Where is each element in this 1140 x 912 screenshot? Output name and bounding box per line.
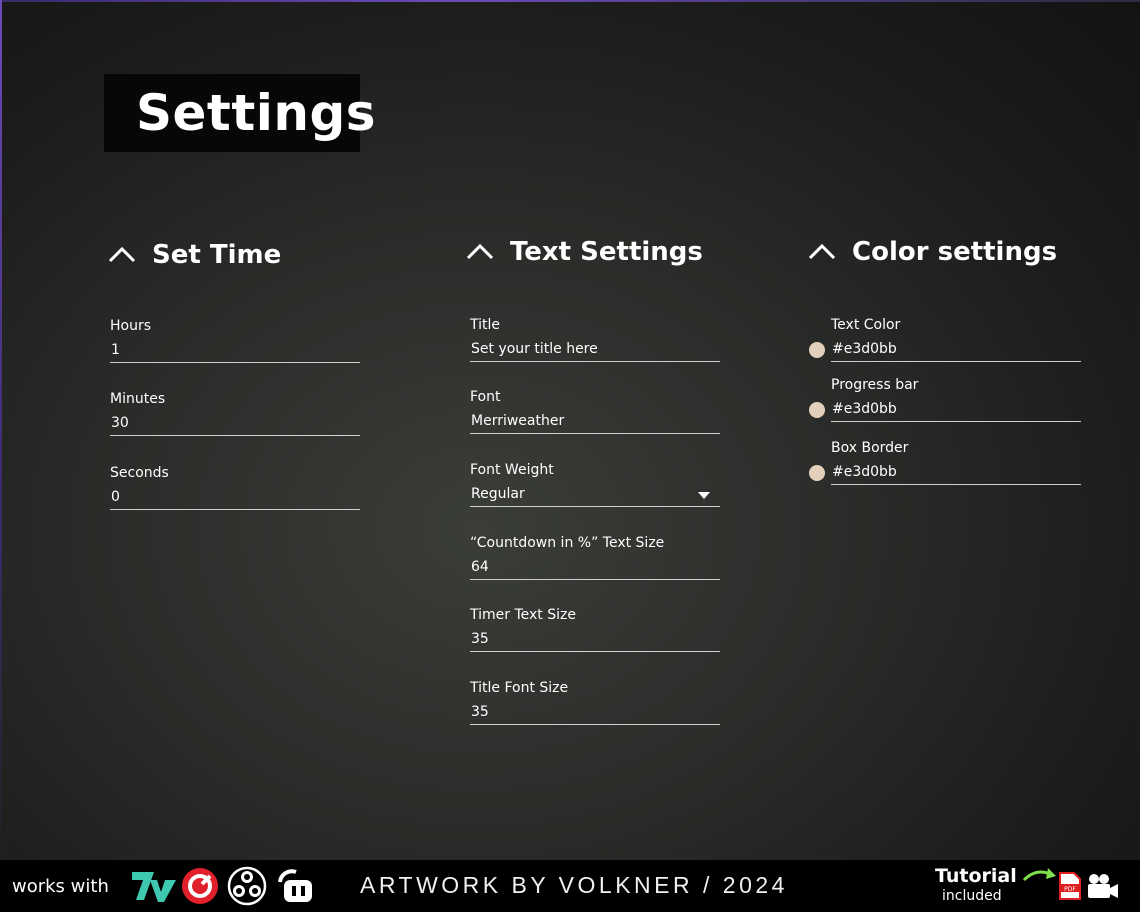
font-field: Font Merriweather	[470, 389, 720, 434]
tutorial-label: Tutorial	[935, 865, 1017, 887]
field-label: “Countdown in %” Text Size	[470, 535, 665, 551]
text-color-swatch[interactable]	[809, 342, 825, 358]
countdown-text-size-field: “Countdown in %” Text Size 64	[470, 535, 720, 580]
pdf-icon: PDF	[1058, 872, 1082, 904]
7tv-icon	[130, 868, 178, 908]
footer-bar: works with ARTWORK BY VOLKNER / 2024 Tut…	[0, 860, 1140, 912]
field-label: Title Font Size	[470, 680, 569, 696]
font-weight-select[interactable]: Regular	[470, 486, 720, 507]
text-color-input[interactable]: #e3d0bb	[831, 341, 1081, 362]
field-label: Progress bar	[831, 377, 919, 393]
title-font-size-input[interactable]: 35	[470, 704, 720, 725]
font-input[interactable]: Merriweather	[470, 413, 720, 434]
section-label: Set Time	[152, 240, 282, 270]
box-border-color-input[interactable]: #e3d0bb	[831, 464, 1081, 485]
title-font-size-field: Title Font Size 35	[470, 680, 720, 725]
field-label: Title	[470, 317, 501, 333]
box-border-color-swatch[interactable]	[809, 465, 825, 481]
video-camera-icon	[1086, 872, 1120, 904]
field-label: Font	[470, 389, 501, 405]
included-label: included	[942, 888, 1002, 904]
chevron-up-icon	[808, 242, 836, 262]
minutes-input[interactable]: 30	[110, 415, 360, 436]
countdown-text-size-input[interactable]: 64	[470, 559, 720, 580]
hours-input[interactable]: 1	[110, 342, 360, 363]
arrow-icon	[1022, 866, 1058, 892]
timer-text-size-field: Timer Text Size 35	[470, 607, 720, 652]
section-header-text-settings[interactable]: Text Settings	[466, 237, 703, 267]
streamer-bot-icon	[274, 866, 316, 910]
field-label: Timer Text Size	[470, 607, 576, 623]
section-header-color-settings[interactable]: Color settings	[808, 237, 1057, 267]
field-label: Text Color	[831, 317, 901, 333]
page-title-box: Settings	[104, 74, 376, 152]
progress-bar-color-field: Progress bar #e3d0bb	[831, 377, 1081, 422]
section-label: Color settings	[852, 237, 1058, 267]
text-color-field: Text Color #e3d0bb	[831, 317, 1081, 362]
hours-field: Hours 1	[110, 318, 360, 363]
seconds-field: Seconds 0	[110, 465, 360, 510]
top-accent-line	[0, 0, 1140, 2]
svg-text:PDF: PDF	[1064, 886, 1076, 893]
font-weight-value: Regular	[470, 486, 720, 507]
artwork-credit: ARTWORK BY VOLKNER / 2024	[360, 872, 788, 898]
streamlabs-icon	[181, 867, 219, 909]
timer-text-size-input[interactable]: 35	[470, 631, 720, 652]
seconds-input[interactable]: 0	[110, 489, 360, 510]
minutes-field: Minutes 30	[110, 391, 360, 436]
box-border-color-field: Box Border #e3d0bb	[831, 440, 1081, 485]
section-header-set-time[interactable]: Set Time	[108, 240, 281, 270]
title-field: Title Set your title here	[470, 317, 720, 362]
works-with-label: works with	[12, 876, 109, 897]
left-accent-line	[0, 0, 2, 860]
title-input[interactable]: Set your title here	[470, 341, 720, 362]
chevron-up-icon	[108, 245, 136, 265]
obs-icon	[227, 866, 267, 910]
page-title: Settings	[136, 84, 377, 142]
caret-down-icon	[698, 492, 710, 499]
field-label: Minutes	[110, 391, 166, 407]
field-label: Hours	[110, 318, 152, 334]
progress-bar-color-input[interactable]: #e3d0bb	[831, 401, 1081, 422]
field-label: Font Weight	[470, 462, 554, 478]
font-weight-field: Font Weight Regular	[470, 462, 720, 507]
chevron-up-icon	[466, 242, 494, 262]
section-label: Text Settings	[510, 237, 703, 267]
progress-bar-color-swatch[interactable]	[809, 402, 825, 418]
field-label: Seconds	[110, 465, 169, 481]
field-label: Box Border	[831, 440, 909, 456]
